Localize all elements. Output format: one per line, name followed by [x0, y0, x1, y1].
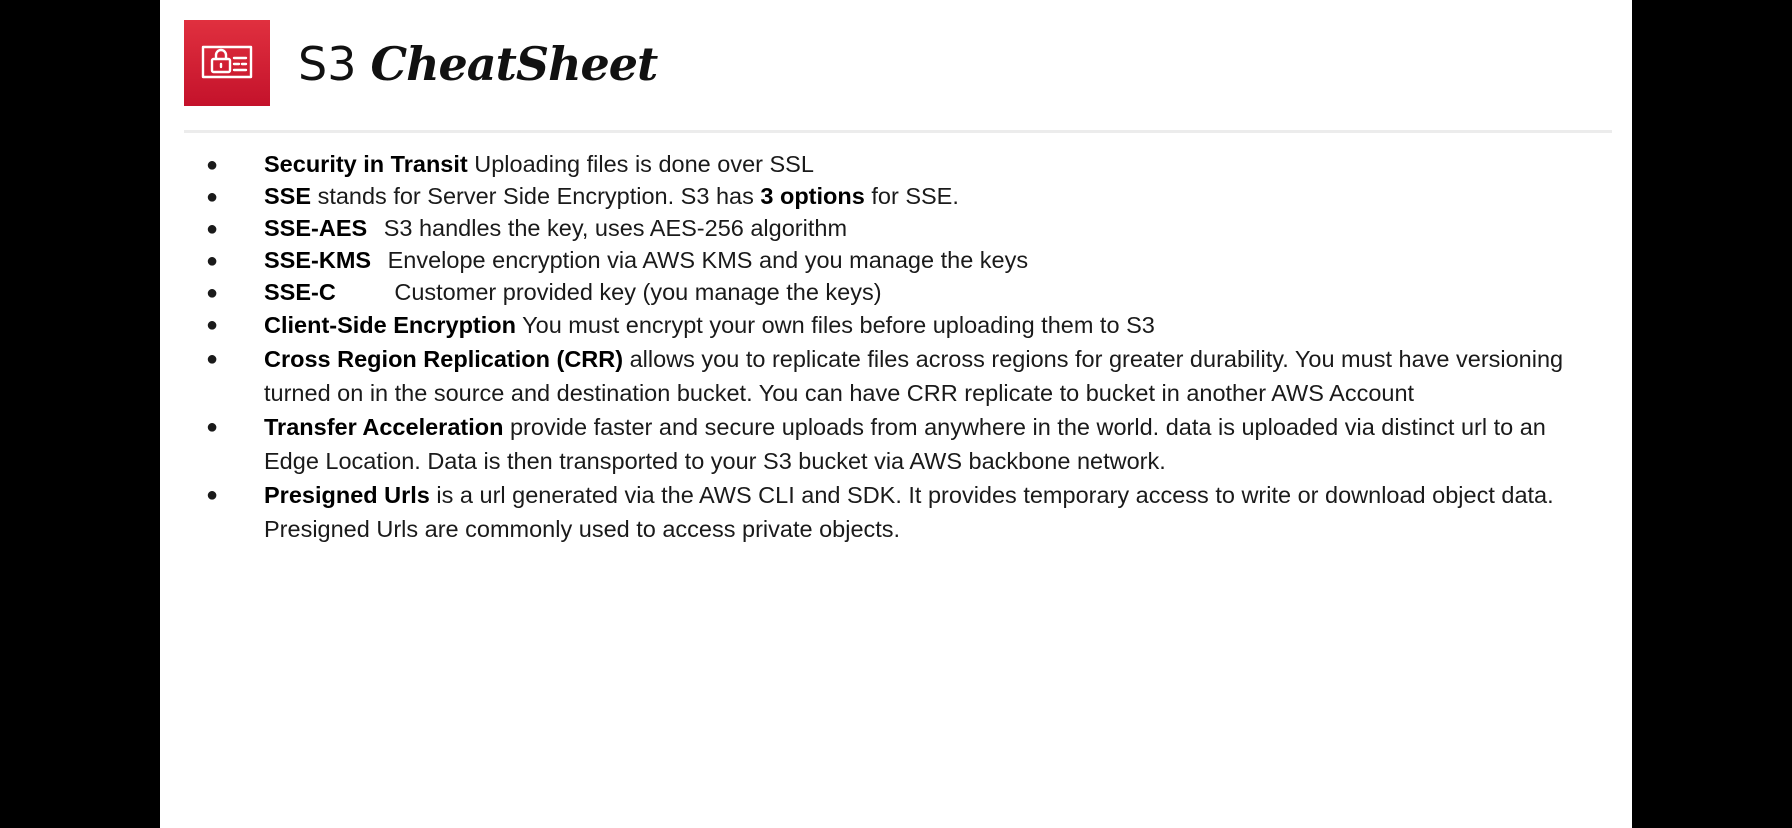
page-title: S3 CheatSheet [298, 34, 658, 94]
list-item: ● Transfer Acceleration provide faster a… [200, 410, 1600, 478]
bullet-text: is a url generated via the AWS CLI and S… [264, 482, 1554, 542]
bullet-dot: ● [206, 484, 219, 506]
cheatsheet-list: ● Security in Transit Uploading files is… [200, 148, 1600, 546]
bullet-text: for SSE. [871, 183, 959, 209]
bullet-term: Presigned Urls [264, 482, 430, 508]
list-item: ● SSE-KMS Envelope encryption via AWS KM… [200, 244, 1600, 276]
bullet-text: stands for Server Side Encryption. S3 ha… [317, 183, 754, 209]
list-item: ● Presigned Urls is a url generated via … [200, 478, 1600, 546]
bullet-term: SSE-KMS [264, 247, 372, 273]
bullet-term: Security in Transit [264, 151, 468, 177]
title-prefix: S3 [298, 37, 357, 91]
title-main: CheatSheet [370, 37, 658, 91]
bullet-text: Uploading files is done over SSL [474, 151, 814, 177]
bullet-text: Envelope encryption via AWS KMS and you … [387, 247, 1029, 273]
list-item: ● Security in Transit Uploading files is… [200, 148, 1600, 180]
bullet-dot: ● [206, 218, 219, 240]
bullet-term: Cross Region Replication (CRR) [264, 346, 624, 372]
list-item: ● SSE-C Customer provided key (you manag… [200, 276, 1600, 308]
bullet-dot: ● [206, 416, 219, 438]
list-item: ● SSE-AES S3 handles the key, uses AES-2… [200, 212, 1600, 244]
list-item: ● SSE stands for Server Side Encryption.… [200, 180, 1600, 212]
divider [184, 130, 1612, 133]
bullet-term: SSE-AES [264, 215, 368, 241]
bullet-emphasis: 3 options [760, 183, 865, 209]
bullet-dot: ● [206, 282, 219, 304]
bullet-term: Transfer Acceleration [264, 414, 504, 440]
bullet-text: S3 handles the key, uses AES-256 algorit… [383, 215, 848, 241]
bullet-dot: ● [206, 314, 219, 336]
bullet-dot: ● [206, 250, 219, 272]
list-item: ● Client-Side Encryption You must encryp… [200, 308, 1600, 342]
list-item: ● Cross Region Replication (CRR) allows … [200, 342, 1600, 410]
bullet-text: You must encrypt your own files before u… [522, 312, 1155, 338]
bullet-dot: ● [206, 348, 219, 370]
bullet-dot: ● [206, 154, 219, 176]
bullet-term: SSE-C [264, 279, 336, 305]
slide: S3 CheatSheet ● Security in Transit Uplo… [160, 0, 1632, 828]
bullet-text: Customer provided key (you manage the ke… [394, 279, 882, 305]
bullet-dot: ● [206, 186, 219, 208]
certificate-lock-icon [197, 37, 257, 90]
logo [184, 20, 270, 106]
bullet-term: SSE [264, 183, 312, 209]
bullet-term: Client-Side Encryption [264, 312, 516, 338]
